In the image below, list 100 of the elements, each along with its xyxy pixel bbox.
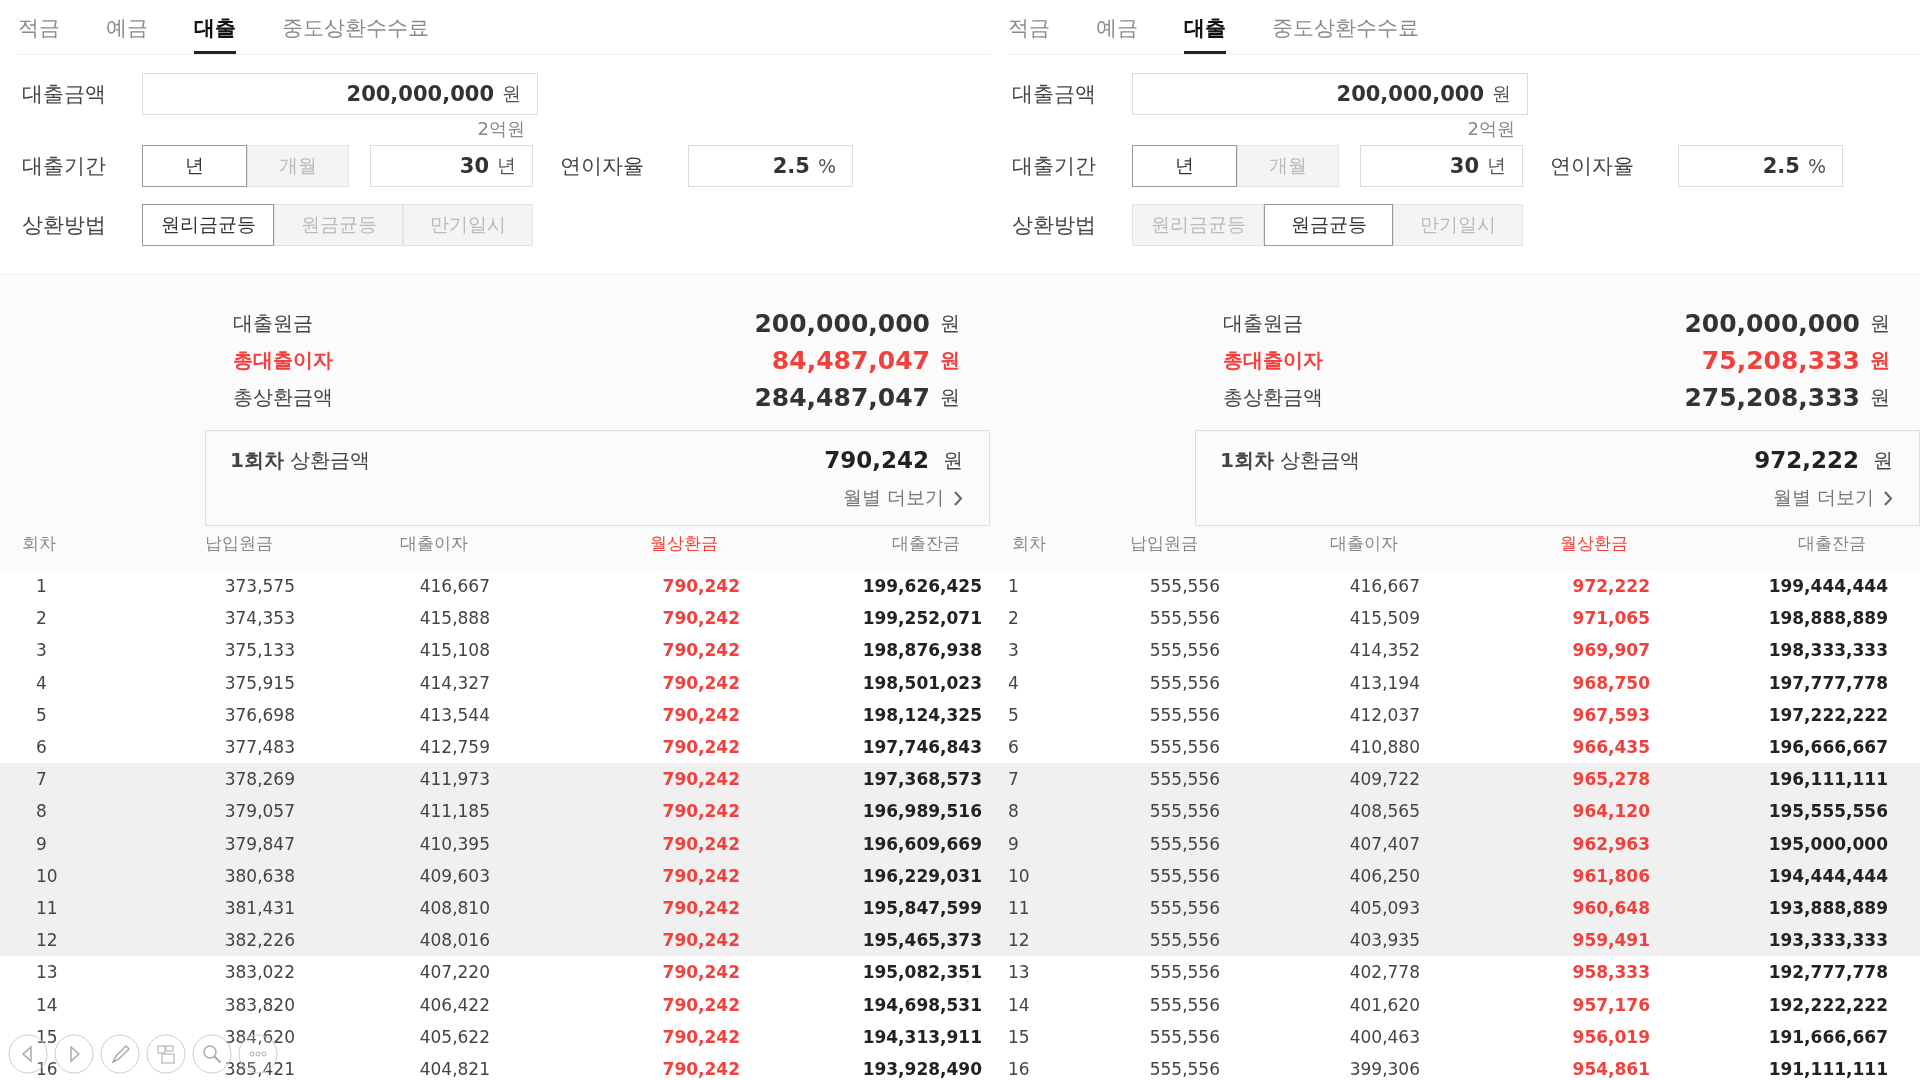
more-link[interactable]: 월별 더보기 [1772, 485, 1893, 511]
table-cell: 555,556 [1149, 833, 1220, 854]
table-cell: 411,185 [419, 801, 490, 822]
amount-hint: 2억원 [1467, 117, 1515, 141]
payment-label: 1회차 상환금액 [230, 446, 372, 474]
unit-toggle[interactable]: 년 [142, 145, 247, 187]
period-field[interactable]: 30 년 [1360, 145, 1523, 187]
tab[interactable]: 적금 [1008, 12, 1050, 54]
table-cell: 7 [1008, 769, 1019, 790]
amount-field[interactable]: 200,000,000 원 [142, 73, 538, 115]
table-cell: 961,806 [1572, 865, 1650, 886]
table-cell: 1 [1008, 576, 1019, 597]
table-cell: 405,093 [1349, 897, 1420, 918]
table-cell: 415,108 [419, 640, 490, 661]
chevron-right-icon [1884, 490, 1893, 506]
table-cell: 790,242 [662, 962, 740, 983]
summary-value: 284,487,047 [754, 383, 930, 412]
payment-label: 1회차 상환금액 [1220, 446, 1362, 474]
table-cell: 10 [36, 865, 58, 886]
tab[interactable]: 적금 [18, 12, 60, 54]
table-cell: 198,501,023 [862, 672, 982, 693]
table-cell: 956,019 [1572, 1026, 1650, 1047]
table-cell: 971,065 [1572, 608, 1650, 629]
rate-field[interactable]: 2.5 % [688, 145, 853, 187]
more-link[interactable]: 월별 더보기 [842, 485, 963, 511]
tab[interactable]: 대출 [194, 12, 236, 54]
tab[interactable]: 중도상환수수료 [282, 12, 429, 54]
table-cell: 415,888 [419, 608, 490, 629]
table-cell: 199,626,425 [862, 576, 982, 597]
table-cell: 555,556 [1149, 897, 1220, 918]
table-cell: 404,821 [419, 1058, 490, 1079]
summary-value: 84,487,047 [771, 346, 930, 375]
table-cell: 197,222,222 [1768, 704, 1888, 725]
table-cell: 379,057 [224, 801, 295, 822]
unit-toggle[interactable]: 년 [1132, 145, 1237, 187]
field-label: 연이자율 [560, 153, 645, 180]
currency-unit: 원 [1873, 446, 1893, 474]
period-field[interactable]: 30 년 [370, 145, 533, 187]
table-cell: 790,242 [662, 576, 740, 597]
amount-field[interactable]: 200,000,000 원 [1132, 73, 1528, 115]
pages-icon[interactable] [146, 1034, 186, 1074]
table-cell: 407,407 [1349, 833, 1420, 854]
table-cell: 555,556 [1149, 769, 1220, 790]
field-label: 대출금액 [1012, 81, 1097, 108]
table-cell: 375,915 [224, 672, 295, 693]
table-cell: 198,888,889 [1768, 608, 1888, 629]
column-header: 회차 [1011, 532, 1047, 555]
table-cell: 382,226 [224, 930, 295, 951]
summary-label: 총대출이자 [1223, 347, 1324, 374]
table-cell: 15 [1008, 1026, 1030, 1047]
table-cell: 11 [1008, 897, 1030, 918]
table-cell: 790,242 [662, 737, 740, 758]
summary-label: 대출원금 [1223, 310, 1304, 337]
rate-field[interactable]: 2.5 % [1678, 145, 1843, 187]
table-cell: 194,313,911 [862, 1026, 982, 1047]
table-cell: 414,352 [1349, 640, 1420, 661]
table-cell: 376,698 [224, 704, 295, 725]
table-cell: 198,124,325 [862, 704, 982, 725]
method-option[interactable]: 원리금균등 [142, 204, 274, 246]
table-cell: 790,242 [662, 672, 740, 693]
tab[interactable]: 대출 [1184, 12, 1226, 54]
pen-icon[interactable] [100, 1034, 140, 1074]
table-cell: 405,622 [419, 1026, 490, 1047]
table-cell: 411,973 [419, 769, 490, 790]
table-cell: 2 [1008, 608, 1019, 629]
table-cell: 966,435 [1572, 737, 1650, 758]
table-cell: 965,278 [1572, 769, 1650, 790]
table-cell: 414,327 [419, 672, 490, 693]
table-cell: 193,928,490 [862, 1058, 982, 1079]
table-cell: 790,242 [662, 1026, 740, 1047]
field-label: 상환방법 [1012, 212, 1097, 239]
table-cell: 7 [36, 769, 47, 790]
table-cell: 379,847 [224, 833, 295, 854]
table-cell: 6 [1008, 737, 1019, 758]
table-cell: 416,667 [1349, 576, 1420, 597]
table-cell: 383,022 [224, 962, 295, 983]
column-header: 납입원금 [204, 532, 274, 555]
summary-label: 총상환금액 [1223, 384, 1324, 411]
table-cell: 790,242 [662, 801, 740, 822]
tab[interactable]: 중도상환수수료 [1272, 12, 1419, 54]
table-cell: 790,242 [662, 769, 740, 790]
table-cell: 12 [36, 930, 58, 951]
chevron-right-icon [954, 490, 963, 506]
table-cell: 967,593 [1572, 704, 1650, 725]
table-cell: 402,778 [1349, 962, 1420, 983]
tab[interactable]: 예금 [106, 12, 148, 54]
table-cell: 9 [1008, 833, 1019, 854]
table-cell: 408,565 [1349, 801, 1420, 822]
table-cell: 555,556 [1149, 576, 1220, 597]
table-cell: 555,556 [1149, 672, 1220, 693]
table-cell: 408,810 [419, 897, 490, 918]
table-cell: 1 [36, 576, 47, 597]
amount-hint: 2억원 [477, 117, 525, 141]
table-cell: 13 [1008, 962, 1030, 983]
column-header: 대출이자 [1329, 532, 1399, 555]
method-option[interactable]: 원금균등 [1264, 204, 1393, 246]
tab[interactable]: 예금 [1096, 12, 1138, 54]
table-cell: 4 [1008, 672, 1019, 693]
currency-unit: 원 [1870, 310, 1890, 337]
table-cell: 196,666,667 [1768, 737, 1888, 758]
